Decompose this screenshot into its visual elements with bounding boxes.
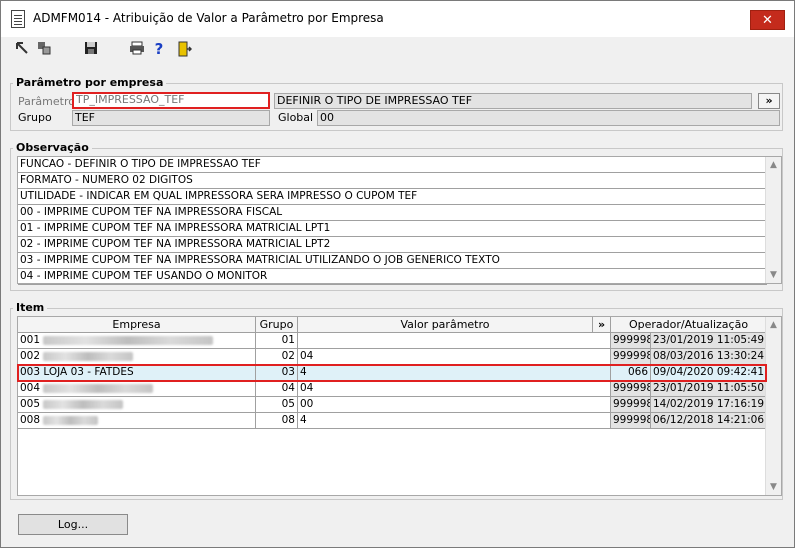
table-row[interactable]: 005 05 00 999998 14/02/2019 17:16:19	[18, 397, 767, 413]
grupo-field: TEF	[72, 110, 270, 126]
obs-line: 00 - IMPRIME CUPOM TEF NA IMPRESSORA FIS…	[18, 205, 767, 221]
cell-empresa: 003 LOJA 03 - FATDES	[18, 365, 256, 381]
cell-data: 23/01/2019 11:05:49	[651, 333, 767, 349]
cell-data: 08/03/2016 13:30:24	[651, 349, 767, 365]
exit-icon[interactable]	[177, 41, 193, 57]
cell-valor[interactable]: 04	[298, 381, 611, 397]
save-icon[interactable]	[83, 41, 99, 57]
table-row[interactable]: 008 08 4 999998 06/12/2018 14:21:06	[18, 413, 767, 429]
col-header-more-button[interactable]: »	[593, 317, 611, 333]
cell-valor[interactable]: 04	[298, 349, 611, 365]
obs-line: FUNCAO - DEFINIR O TIPO DE IMPRESSAO TEF	[18, 157, 767, 173]
title-bar: ADMFM014 - Atribuição de Valor a Parâmet…	[1, 1, 794, 37]
obs-group-title: Observação	[13, 141, 92, 154]
cell-valor[interactable]: 00	[298, 397, 611, 413]
cell-grupo: 01	[256, 333, 298, 349]
cell-data: 23/01/2019 11:05:50	[651, 381, 767, 397]
cell-operador: 999998	[611, 333, 651, 349]
global-label: Global	[278, 111, 314, 124]
cell-grupo: 03	[256, 365, 298, 381]
close-button[interactable]: ✕	[750, 10, 785, 30]
cell-empresa: 008	[18, 413, 256, 429]
obs-line: 03 - IMPRIME CUPOM TEF NA IMPRESSORA MAT…	[18, 253, 767, 269]
document-icon	[11, 10, 25, 28]
param-field[interactable]: TP_IMPRESSAO_TEF	[72, 92, 270, 109]
obs-line: FORMATO - NUMERO 02 DIGITOS	[18, 173, 767, 189]
item-group-title: Item	[13, 301, 48, 314]
table-row-selected[interactable]: 003 LOJA 03 - FATDES 03 4 066 09/04/2020…	[18, 365, 767, 381]
cell-empresa: 002	[18, 349, 256, 365]
cell-empresa: 004	[18, 381, 256, 397]
scroll-up-icon[interactable]: ▲	[766, 157, 781, 173]
grid-scrollbar[interactable]: ▲ ▼	[765, 317, 781, 495]
cell-data: 06/12/2018 14:21:06	[651, 413, 767, 429]
param-desc-field: DEFINIR O TIPO DE IMPRESSAO TEF	[274, 93, 752, 109]
table-row[interactable]: 001 01 999998 23/01/2019 11:05:49	[18, 333, 767, 349]
cell-grupo: 05	[256, 397, 298, 413]
grupo-label: Grupo	[18, 111, 52, 124]
cell-operador: 999998	[611, 413, 651, 429]
cell-data: 14/02/2019 17:16:19	[651, 397, 767, 413]
table-row[interactable]: 002 02 04 999998 08/03/2016 13:30:24	[18, 349, 767, 365]
param-lookup-button[interactable]: »	[758, 93, 780, 109]
scroll-up-icon[interactable]: ▲	[766, 317, 781, 333]
cell-operador: 066	[611, 365, 651, 381]
scroll-down-icon[interactable]: ▼	[766, 267, 781, 283]
cell-grupo: 04	[256, 381, 298, 397]
scroll-down-icon[interactable]: ▼	[766, 479, 781, 495]
table-row[interactable]: 004 04 04 999998 23/01/2019 11:05:50	[18, 381, 767, 397]
obs-line: 04 - IMPRIME CUPOM TEF USANDO O MONITOR	[18, 269, 767, 285]
cell-operador: 999998	[611, 397, 651, 413]
cell-grupo: 02	[256, 349, 298, 365]
item-grid[interactable]: Empresa Grupo Valor parâmetro » Operador…	[17, 316, 782, 496]
help-icon[interactable]: ?	[151, 41, 167, 57]
obs-scrollbar[interactable]: ▲ ▼	[765, 157, 781, 283]
cell-empresa: 001	[18, 333, 256, 349]
window: ADMFM014 - Atribuição de Valor a Parâmet…	[0, 0, 795, 548]
toolbar: ?	[1, 37, 794, 65]
param-label: Parâmetro	[18, 95, 75, 108]
window-title: ADMFM014 - Atribuição de Valor a Parâmet…	[33, 11, 384, 25]
obs-line: UTILIDADE - INDICAR EM QUAL IMPRESSORA S…	[18, 189, 767, 205]
cell-valor[interactable]	[298, 333, 611, 349]
cell-operador: 999998	[611, 381, 651, 397]
cell-grupo: 08	[256, 413, 298, 429]
log-button[interactable]: Log...	[18, 514, 128, 535]
col-header-empresa[interactable]: Empresa	[18, 317, 256, 333]
col-header-valor[interactable]: Valor parâmetro	[298, 317, 593, 333]
cell-valor[interactable]: 4	[298, 413, 611, 429]
copy-icon[interactable]	[36, 41, 52, 57]
cell-valor[interactable]: 4	[298, 365, 611, 381]
col-header-operador[interactable]: Operador/Atualização	[611, 317, 767, 333]
param-group-title: Parâmetro por empresa	[13, 76, 167, 89]
arrow-icon[interactable]	[14, 41, 30, 57]
print-icon[interactable]	[129, 41, 145, 57]
col-header-grupo[interactable]: Grupo	[256, 317, 298, 333]
obs-line: 02 - IMPRIME CUPOM TEF NA IMPRESSORA MAT…	[18, 237, 767, 253]
cell-empresa: 005	[18, 397, 256, 413]
obs-line: 01 - IMPRIME CUPOM TEF NA IMPRESSORA MAT…	[18, 221, 767, 237]
obs-list[interactable]: FUNCAO - DEFINIR O TIPO DE IMPRESSAO TEF…	[17, 156, 782, 285]
cell-data: 09/04/2020 09:42:41	[651, 365, 767, 381]
global-field: 00	[317, 110, 780, 126]
cell-operador: 999998	[611, 349, 651, 365]
